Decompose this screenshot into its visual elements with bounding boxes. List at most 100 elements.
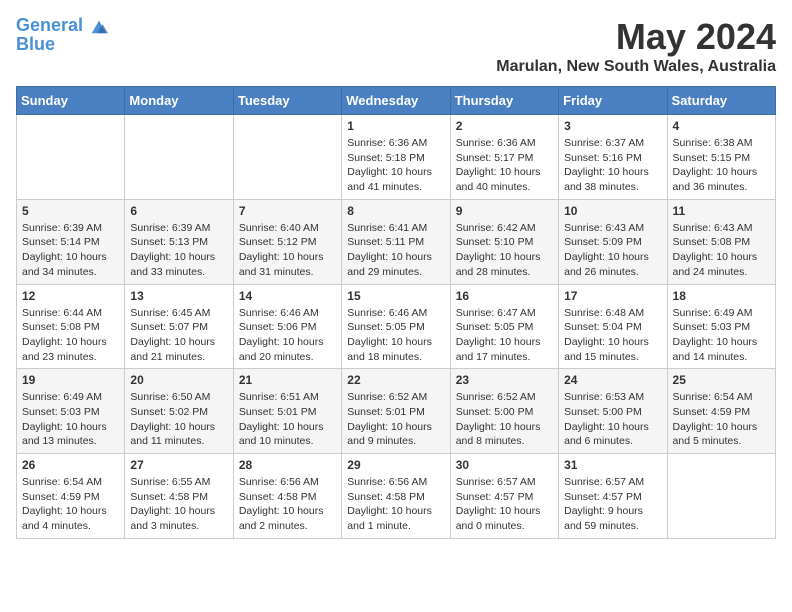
- logo: General Blue: [16, 16, 108, 55]
- calendar-cell: 10Sunrise: 6:43 AM Sunset: 5:09 PM Dayli…: [559, 199, 667, 284]
- day-info: Sunrise: 6:54 AM Sunset: 4:59 PM Dayligh…: [673, 390, 770, 449]
- calendar-cell: [233, 115, 341, 200]
- day-number: 20: [130, 373, 227, 387]
- day-info: Sunrise: 6:49 AM Sunset: 5:03 PM Dayligh…: [22, 390, 119, 449]
- weekday-header: Friday: [559, 87, 667, 115]
- calendar-cell: 25 Sunrise: 6:54 AM Sunset: 4:59 PM Dayli…: [667, 369, 775, 454]
- day-number: 28: [239, 458, 336, 472]
- day-info: Sunrise: 6:53 AM Sunset: 5:00 PM Dayligh…: [564, 390, 661, 449]
- day-info: Sunrise: 6:49 AM Sunset: 5:03 PM Dayligh…: [673, 306, 770, 365]
- month-title: May 2024: [496, 16, 776, 58]
- calendar-cell: 9Sunrise: 6:42 AM Sunset: 5:10 PM Daylig…: [450, 199, 558, 284]
- calendar-cell: 8 Sunrise: 6:41 AM Sunset: 5:11 PM Daylig…: [342, 199, 450, 284]
- day-number: 1: [347, 119, 444, 133]
- day-number: 16: [456, 289, 553, 303]
- day-info: Sunrise: 6:45 AM Sunset: 5:07 PM Dayligh…: [130, 306, 227, 365]
- day-info: Sunrise: 6:50 AM Sunset: 5:02 PM Dayligh…: [130, 390, 227, 449]
- day-number: 12: [22, 289, 119, 303]
- day-number: 6: [130, 204, 227, 218]
- day-number: 3: [564, 119, 661, 133]
- day-info: Sunrise: 6:57 AM Sunset: 4:57 PM Dayligh…: [564, 475, 661, 534]
- day-number: 25: [673, 373, 770, 387]
- day-info: Sunrise: 6:36 AM Sunset: 5:17 PM Dayligh…: [456, 136, 553, 195]
- day-info: Sunrise: 6:46 AM Sunset: 5:06 PM Dayligh…: [239, 306, 336, 365]
- day-info: Sunrise: 6:52 AM Sunset: 5:00 PM Dayligh…: [456, 390, 553, 449]
- day-number: 7: [239, 204, 336, 218]
- day-number: 5: [22, 204, 119, 218]
- day-info: Sunrise: 6:44 AM Sunset: 5:08 PM Dayligh…: [22, 306, 119, 365]
- calendar-cell: [17, 115, 125, 200]
- day-info: Sunrise: 6:39 AM Sunset: 5:13 PM Dayligh…: [130, 221, 227, 280]
- day-number: 24: [564, 373, 661, 387]
- calendar-cell: 20 Sunrise: 6:50 AM Sunset: 5:02 PM Dayli…: [125, 369, 233, 454]
- day-info: Sunrise: 6:36 AM Sunset: 5:18 PM Dayligh…: [347, 136, 444, 195]
- calendar-cell: 15 Sunrise: 6:46 AM Sunset: 5:05 PM Dayli…: [342, 284, 450, 369]
- day-info: Sunrise: 6:55 AM Sunset: 4:58 PM Dayligh…: [130, 475, 227, 534]
- calendar-cell: 19 Sunrise: 6:49 AM Sunset: 5:03 PM Dayli…: [17, 369, 125, 454]
- day-number: 15: [347, 289, 444, 303]
- day-info: Sunrise: 6:40 AM Sunset: 5:12 PM Dayligh…: [239, 221, 336, 280]
- calendar-cell: 23 Sunrise: 6:52 AM Sunset: 5:00 PM Dayli…: [450, 369, 558, 454]
- weekday-header: Wednesday: [342, 87, 450, 115]
- calendar-week-row: 1 Sunrise: 6:36 AM Sunset: 5:18 PM Daylig…: [17, 115, 776, 200]
- weekday-header: Monday: [125, 87, 233, 115]
- day-number: 27: [130, 458, 227, 472]
- day-number: 31: [564, 458, 661, 472]
- day-info: Sunrise: 6:54 AM Sunset: 4:59 PM Dayligh…: [22, 475, 119, 534]
- day-info: Sunrise: 6:43 AM Sunset: 5:08 PM Dayligh…: [673, 221, 770, 280]
- calendar-cell: 16Sunrise: 6:47 AM Sunset: 5:05 PM Dayli…: [450, 284, 558, 369]
- day-info: Sunrise: 6:41 AM Sunset: 5:11 PM Dayligh…: [347, 221, 444, 280]
- calendar-week-row: 26Sunrise: 6:54 AM Sunset: 4:59 PM Dayli…: [17, 454, 776, 539]
- day-info: Sunrise: 6:46 AM Sunset: 5:05 PM Dayligh…: [347, 306, 444, 365]
- calendar-cell: 12 Sunrise: 6:44 AM Sunset: 5:08 PM Dayli…: [17, 284, 125, 369]
- calendar-cell: 5 Sunrise: 6:39 AM Sunset: 5:14 PM Daylig…: [17, 199, 125, 284]
- calendar-cell: 28 Sunrise: 6:56 AM Sunset: 4:58 PM Dayli…: [233, 454, 341, 539]
- day-info: Sunrise: 6:51 AM Sunset: 5:01 PM Dayligh…: [239, 390, 336, 449]
- day-number: 8: [347, 204, 444, 218]
- day-number: 23: [456, 373, 553, 387]
- calendar-cell: 27 Sunrise: 6:55 AM Sunset: 4:58 PM Dayli…: [125, 454, 233, 539]
- weekday-header: Sunday: [17, 87, 125, 115]
- day-number: 18: [673, 289, 770, 303]
- calendar-cell: 4Sunrise: 6:38 AM Sunset: 5:15 PM Daylig…: [667, 115, 775, 200]
- logo-text: General: [16, 16, 108, 36]
- day-number: 13: [130, 289, 227, 303]
- calendar-table: SundayMondayTuesdayWednesdayThursdayFrid…: [16, 86, 776, 539]
- calendar-cell: 3 Sunrise: 6:37 AM Sunset: 5:16 PM Daylig…: [559, 115, 667, 200]
- day-number: 9: [456, 204, 553, 218]
- logo-blue: Blue: [16, 34, 108, 55]
- calendar-cell: 6 Sunrise: 6:39 AM Sunset: 5:13 PM Daylig…: [125, 199, 233, 284]
- calendar-cell: 26Sunrise: 6:54 AM Sunset: 4:59 PM Dayli…: [17, 454, 125, 539]
- day-number: 11: [673, 204, 770, 218]
- weekday-header: Saturday: [667, 87, 775, 115]
- day-number: 4: [673, 119, 770, 133]
- day-number: 10: [564, 204, 661, 218]
- day-info: Sunrise: 6:56 AM Sunset: 4:58 PM Dayligh…: [347, 475, 444, 534]
- day-info: Sunrise: 6:37 AM Sunset: 5:16 PM Dayligh…: [564, 136, 661, 195]
- calendar-cell: [125, 115, 233, 200]
- page-header: General Blue May 2024 Marulan, New South…: [16, 16, 776, 76]
- calendar-cell: 21Sunrise: 6:51 AM Sunset: 5:01 PM Dayli…: [233, 369, 341, 454]
- location-title: Marulan, New South Wales, Australia: [496, 58, 776, 76]
- calendar-week-row: 12 Sunrise: 6:44 AM Sunset: 5:08 PM Dayli…: [17, 284, 776, 369]
- calendar-week-row: 5 Sunrise: 6:39 AM Sunset: 5:14 PM Daylig…: [17, 199, 776, 284]
- calendar-cell: 13 Sunrise: 6:45 AM Sunset: 5:07 PM Dayli…: [125, 284, 233, 369]
- day-number: 30: [456, 458, 553, 472]
- day-info: Sunrise: 6:48 AM Sunset: 5:04 PM Dayligh…: [564, 306, 661, 365]
- calendar-cell: 2Sunrise: 6:36 AM Sunset: 5:17 PM Daylig…: [450, 115, 558, 200]
- day-number: 29: [347, 458, 444, 472]
- day-number: 22: [347, 373, 444, 387]
- calendar-cell: 24 Sunrise: 6:53 AM Sunset: 5:00 PM Dayli…: [559, 369, 667, 454]
- calendar-cell: 18 Sunrise: 6:49 AM Sunset: 5:03 PM Dayli…: [667, 284, 775, 369]
- calendar-cell: 14Sunrise: 6:46 AM Sunset: 5:06 PM Dayli…: [233, 284, 341, 369]
- day-info: Sunrise: 6:56 AM Sunset: 4:58 PM Dayligh…: [239, 475, 336, 534]
- day-number: 19: [22, 373, 119, 387]
- day-info: Sunrise: 6:57 AM Sunset: 4:57 PM Dayligh…: [456, 475, 553, 534]
- calendar-cell: 7 Sunrise: 6:40 AM Sunset: 5:12 PM Daylig…: [233, 199, 341, 284]
- calendar-cell: 11 Sunrise: 6:43 AM Sunset: 5:08 PM Dayli…: [667, 199, 775, 284]
- calendar-cell: 17Sunrise: 6:48 AM Sunset: 5:04 PM Dayli…: [559, 284, 667, 369]
- calendar-cell: 22Sunrise: 6:52 AM Sunset: 5:01 PM Dayli…: [342, 369, 450, 454]
- title-block: May 2024 Marulan, New South Wales, Austr…: [496, 16, 776, 76]
- calendar-cell: 29 Sunrise: 6:56 AM Sunset: 4:58 PM Dayli…: [342, 454, 450, 539]
- day-info: Sunrise: 6:39 AM Sunset: 5:14 PM Dayligh…: [22, 221, 119, 280]
